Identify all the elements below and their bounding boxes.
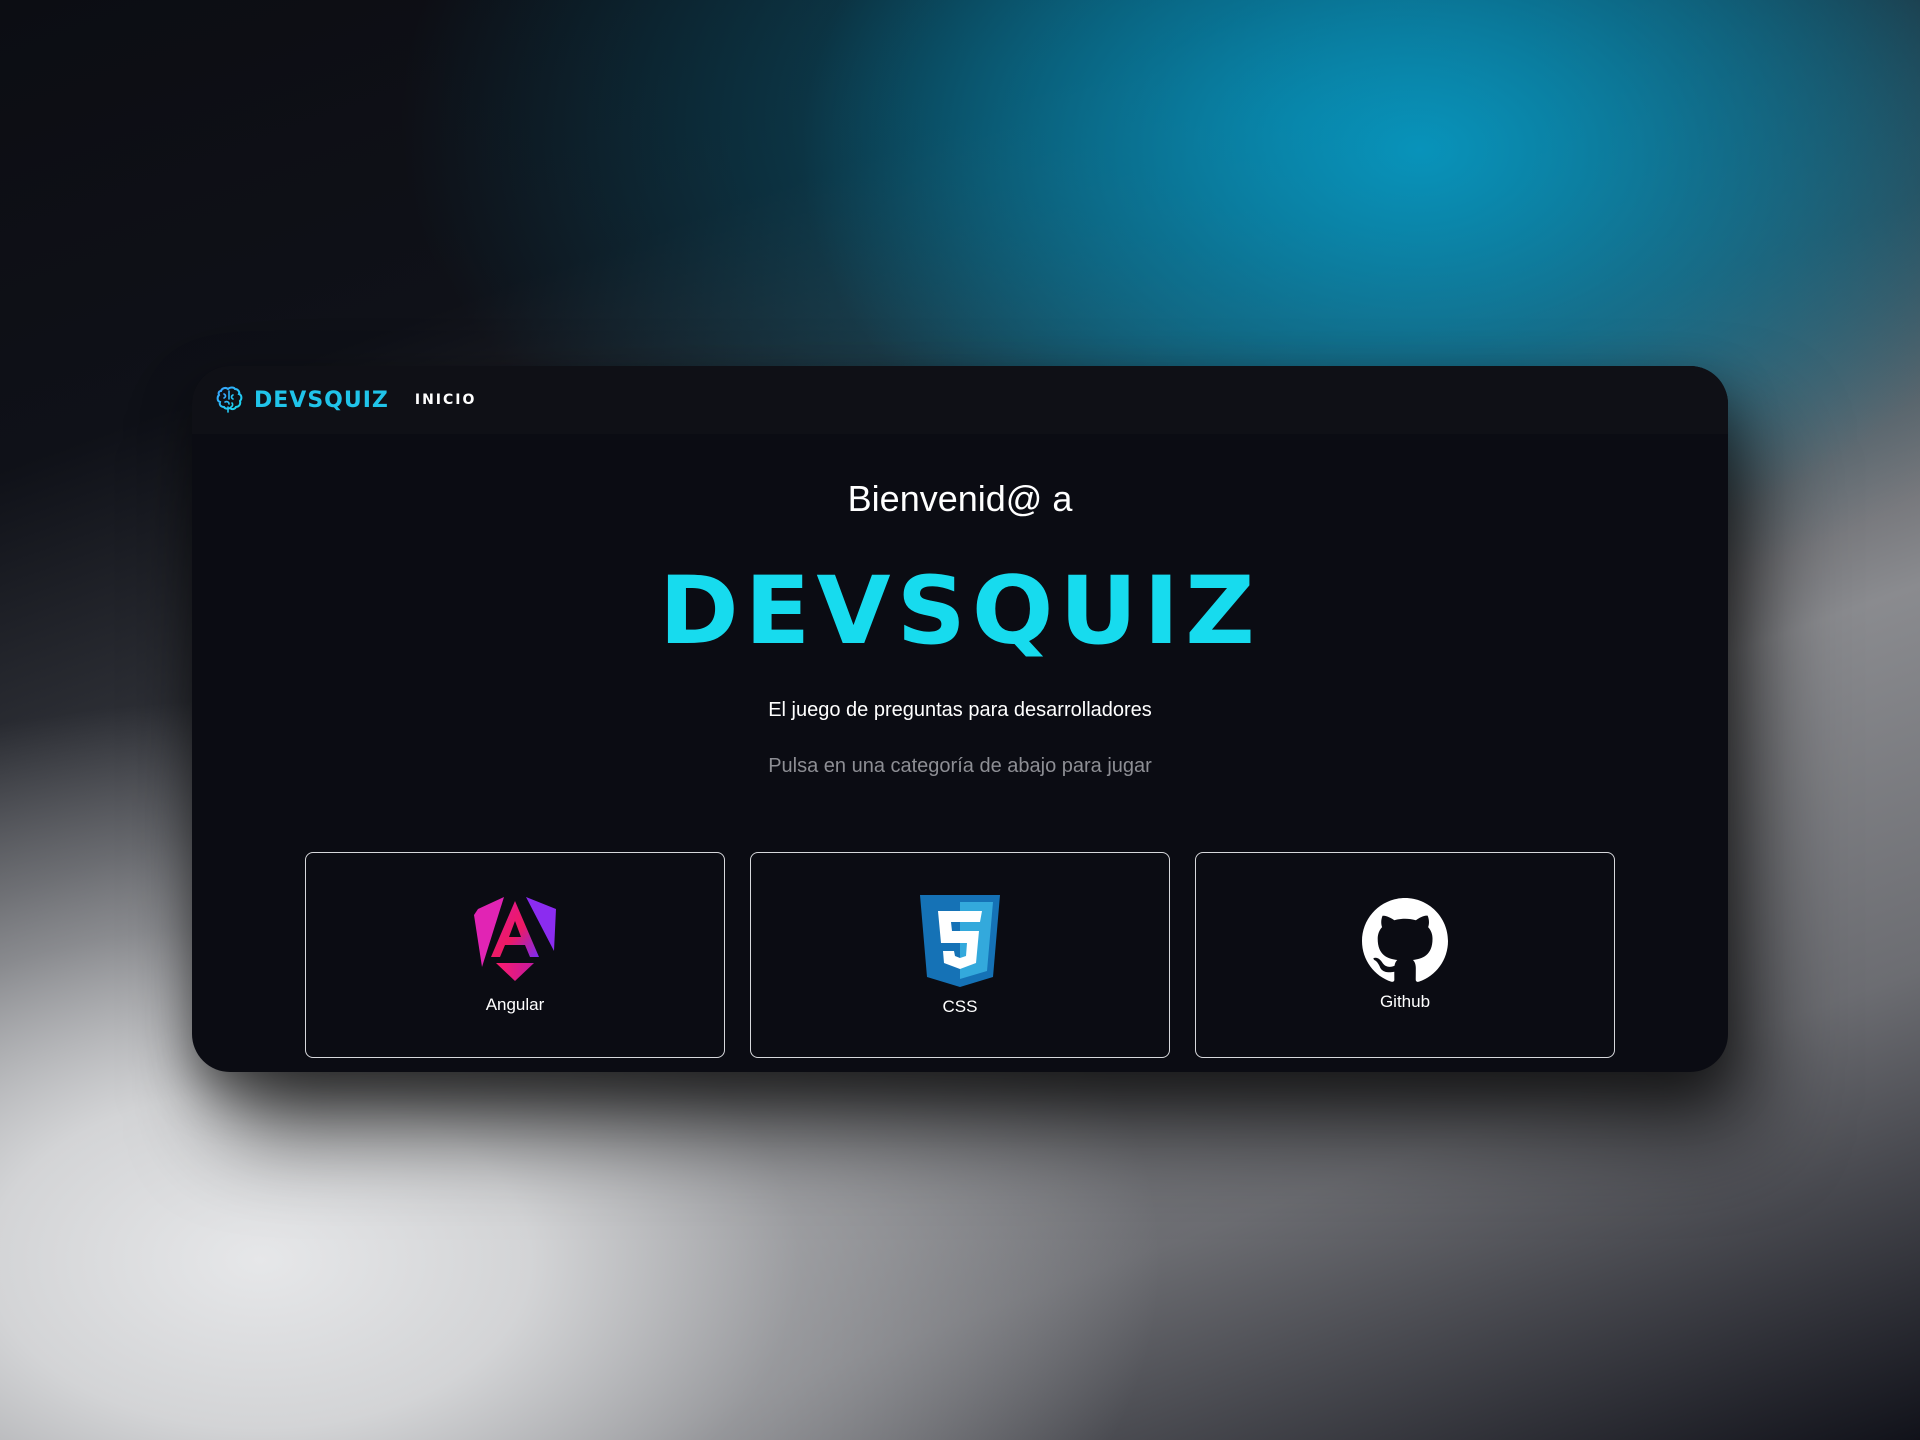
category-label: Github [1379, 992, 1431, 1011]
category-list: Angular CSS Github [305, 852, 1615, 1058]
welcome-heading: Bienvenid@ a [847, 478, 1073, 519]
subtitle: El juego de preguntas para desarrollador… [768, 699, 1152, 721]
app-window: DEVSQUIZ INICIO Bienvenid@ a DEVSQUIZ El… [192, 366, 1728, 1072]
instruction-text: Pulsa en una categoría de abajo para jug… [768, 755, 1152, 777]
category-card-css[interactable]: CSS [750, 852, 1170, 1058]
css3-icon [920, 895, 1000, 987]
brand-name: DEVSQUIZ [254, 387, 389, 413]
navbar: DEVSQUIZ INICIO [192, 366, 1728, 434]
angular-icon [474, 897, 556, 981]
category-card-github[interactable]: Github [1195, 852, 1615, 1058]
page-title: DEVSQUIZ [659, 557, 1261, 666]
category-label: CSS [942, 997, 978, 1016]
category-label: Angular [485, 995, 545, 1014]
category-card-angular[interactable]: Angular [305, 852, 725, 1058]
nav-link-inicio[interactable]: INICIO [415, 392, 477, 408]
hero-section: Bienvenid@ a DEVSQUIZ El juego de pregun… [192, 434, 1728, 778]
brain-icon [216, 386, 243, 413]
brand-logo[interactable]: DEVSQUIZ [212, 383, 389, 417]
github-icon [1362, 898, 1448, 982]
